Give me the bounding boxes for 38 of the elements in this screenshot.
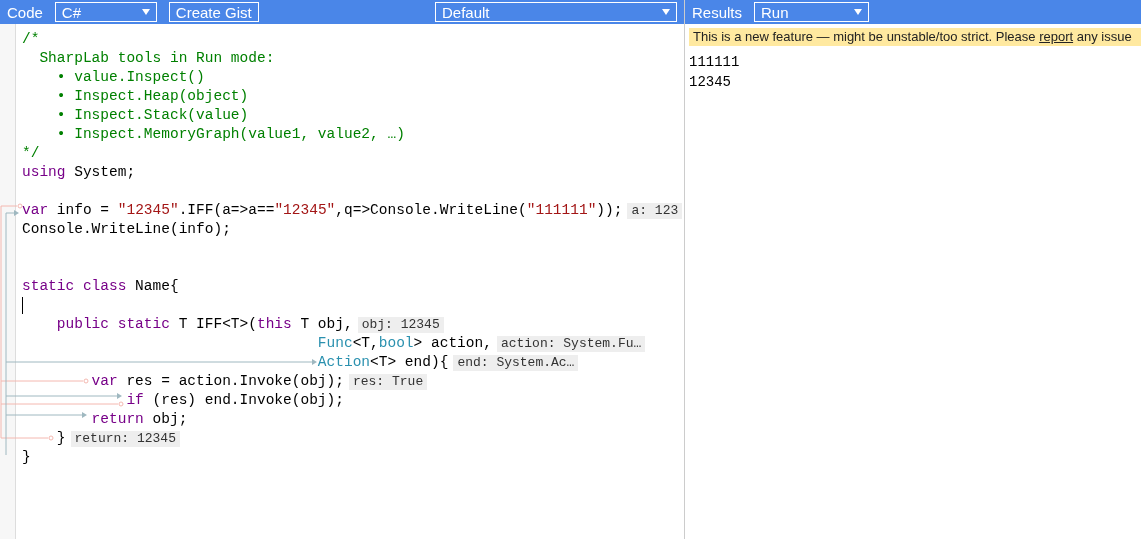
code-line: • value.Inspect() [55, 68, 205, 87]
code-line: } [22, 448, 31, 467]
code-line: return obj; [90, 410, 188, 429]
value-annotation: res: True [348, 373, 428, 390]
pane-title: Results [692, 3, 743, 21]
create-gist-button[interactable]: Create Gist [168, 2, 259, 22]
value-annotation: obj: 12345 [357, 316, 444, 333]
value-annotation: return: 12345 [70, 430, 180, 447]
caret-icon [854, 9, 863, 15]
value-annotation: action: System.Fu… [496, 335, 646, 352]
value-annotation: end: System.Ac… [453, 354, 579, 371]
language-select[interactable]: C# [54, 2, 157, 22]
caret-icon [141, 9, 150, 15]
code-line: Console.WriteLine(info); [22, 220, 231, 239]
pane-title: Code [7, 3, 43, 21]
code-line: var info = "12345".IFF(a=>a=="12345",q=>Console.WriteLine("111111")); [22, 201, 623, 220]
code-line: var res = action.Invoke(obj); [90, 372, 344, 391]
report-link[interactable]: report [1039, 29, 1074, 44]
mode-select[interactable]: Default [435, 2, 677, 22]
output-line: 12345 [689, 73, 732, 92]
code-line: SharpLab tools in Run mode: [38, 49, 275, 68]
value-annotation: a: 123 [627, 202, 683, 219]
code-line: using System; [22, 163, 136, 182]
code-line: • Inspect.Heap(object) [55, 87, 249, 106]
code-line: } [55, 429, 66, 448]
code-line: /* [22, 30, 40, 49]
output-line: 111111 [689, 53, 741, 72]
code-line: Action<T> end){ [316, 353, 449, 372]
code-line: • Inspect.Stack(value) [55, 106, 249, 125]
code-line: Func<T,bool> action, [316, 334, 492, 353]
code-line: */ [22, 144, 40, 163]
caret-icon [662, 9, 670, 15]
code-line: static class Name{ [22, 277, 179, 296]
run-mode-select[interactable]: Run [754, 2, 870, 22]
code-line: if (res) end.Invoke(obj); [125, 391, 344, 410]
code-line: • Inspect.MemoryGraph(value1, value2, …) [55, 125, 405, 144]
feature-notice: This is a new feature — might be unstable/too strict. Please report any issue [689, 28, 1141, 46]
code-line: public static T IFF<T>(this T obj, [55, 315, 353, 334]
